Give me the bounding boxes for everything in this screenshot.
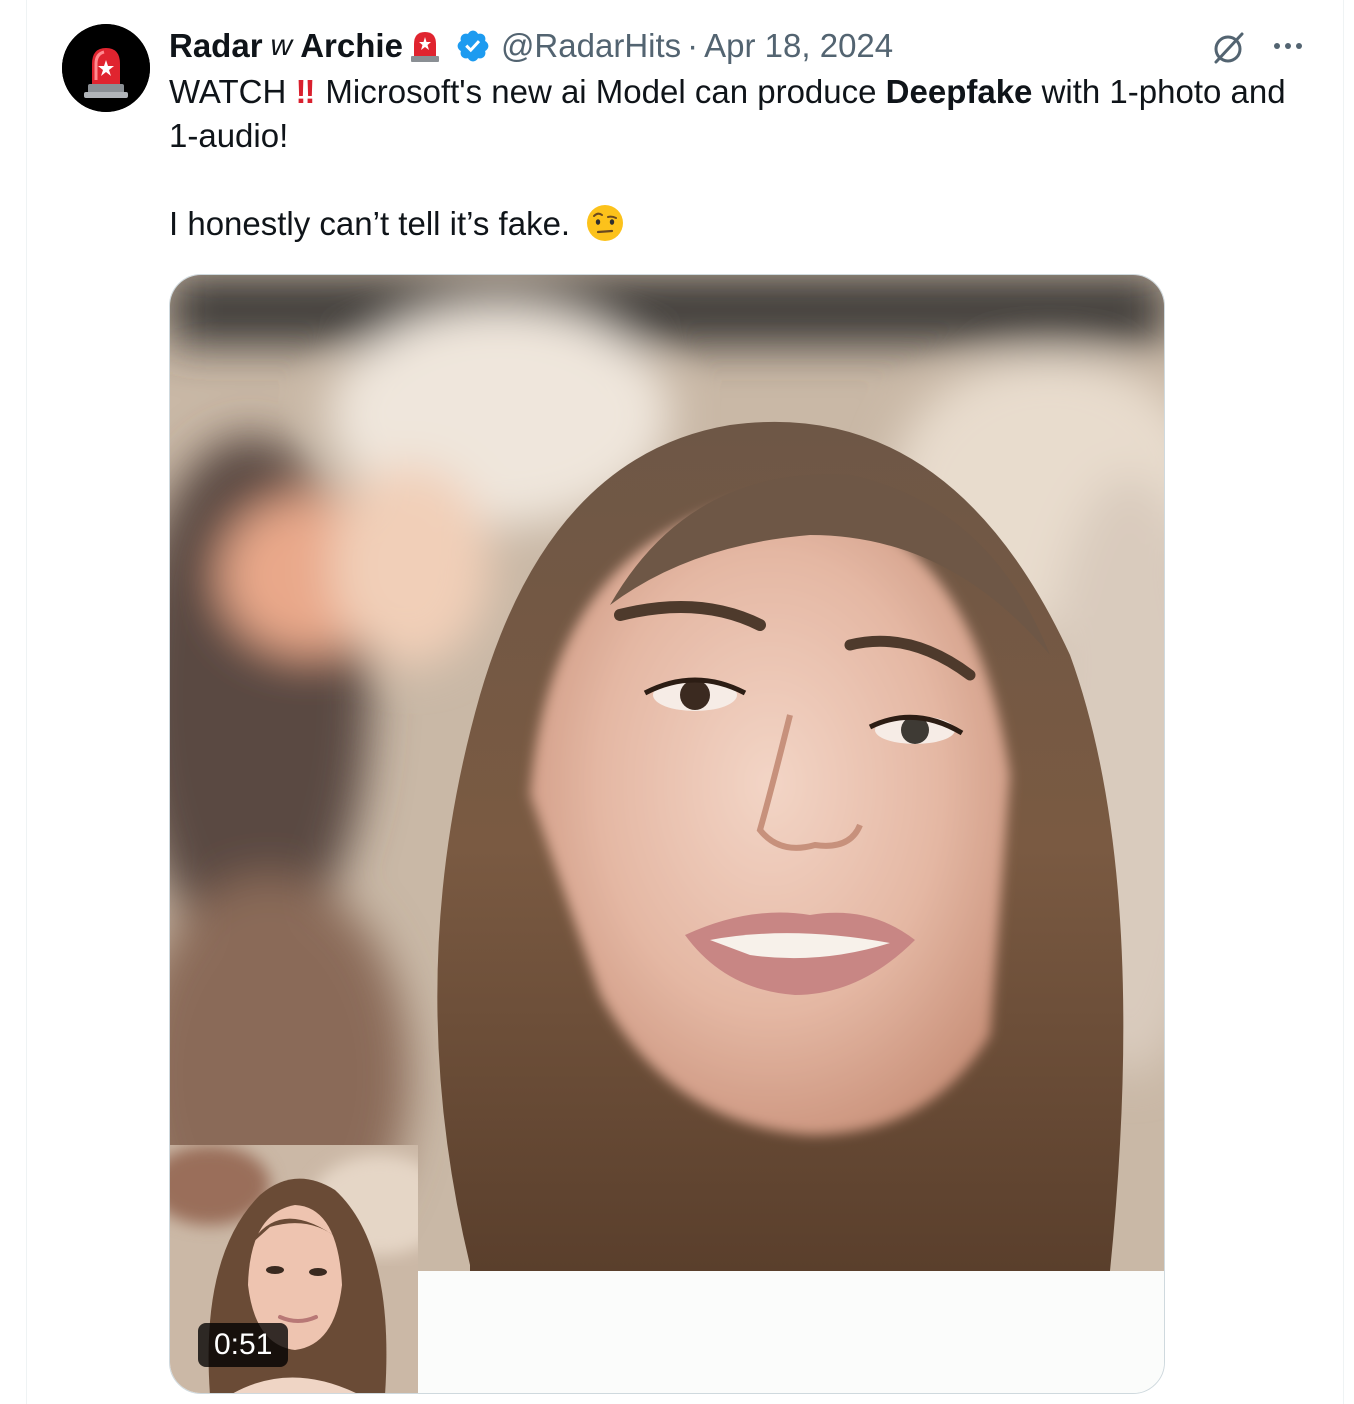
siren-icon: [62, 24, 150, 112]
tweet-watch: WATCH: [169, 73, 287, 110]
tweet-text-a: Microsoft's new ai Model can produce: [325, 73, 886, 110]
more-options-icon[interactable]: [1268, 30, 1308, 70]
video-duration-badge: 0:51: [198, 1323, 289, 1367]
header-separator: ·: [687, 27, 699, 64]
tweet-line-2: I honestly can’t tell it’s fake.: [169, 205, 571, 242]
tweet-header: Radar w Archie @RadarHits · Apr 18, 2024: [169, 24, 893, 68]
video-player[interactable]: 0:51: [169, 274, 1165, 1394]
grok-icon[interactable]: [1208, 28, 1248, 68]
tweet-date[interactable]: Apr 18, 2024: [704, 24, 893, 68]
tweet-paragraph-2: I honestly can’t tell it’s fake.: [169, 202, 1289, 246]
author-handle[interactable]: @RadarHits: [501, 24, 681, 68]
display-name-part2: Archie: [300, 27, 403, 64]
verified-badge-icon[interactable]: [455, 28, 491, 64]
display-name-part1: Radar: [169, 27, 263, 64]
tweet-bold-word: Deepfake: [885, 73, 1033, 110]
avatar[interactable]: [62, 24, 150, 112]
face-with-raised-eyebrow-icon: [587, 205, 624, 241]
tweet-paragraph-1: WATCH ‼ Microsoft's new ai Model can prod…: [169, 70, 1289, 158]
tweet-text: WATCH ‼ Microsoft's new ai Model can prod…: [169, 70, 1289, 246]
display-name[interactable]: Radar w Archie: [169, 24, 445, 68]
siren-icon: [410, 32, 439, 62]
double-exclamation-icon: ‼: [295, 73, 315, 110]
display-name-mid: w: [270, 29, 293, 62]
